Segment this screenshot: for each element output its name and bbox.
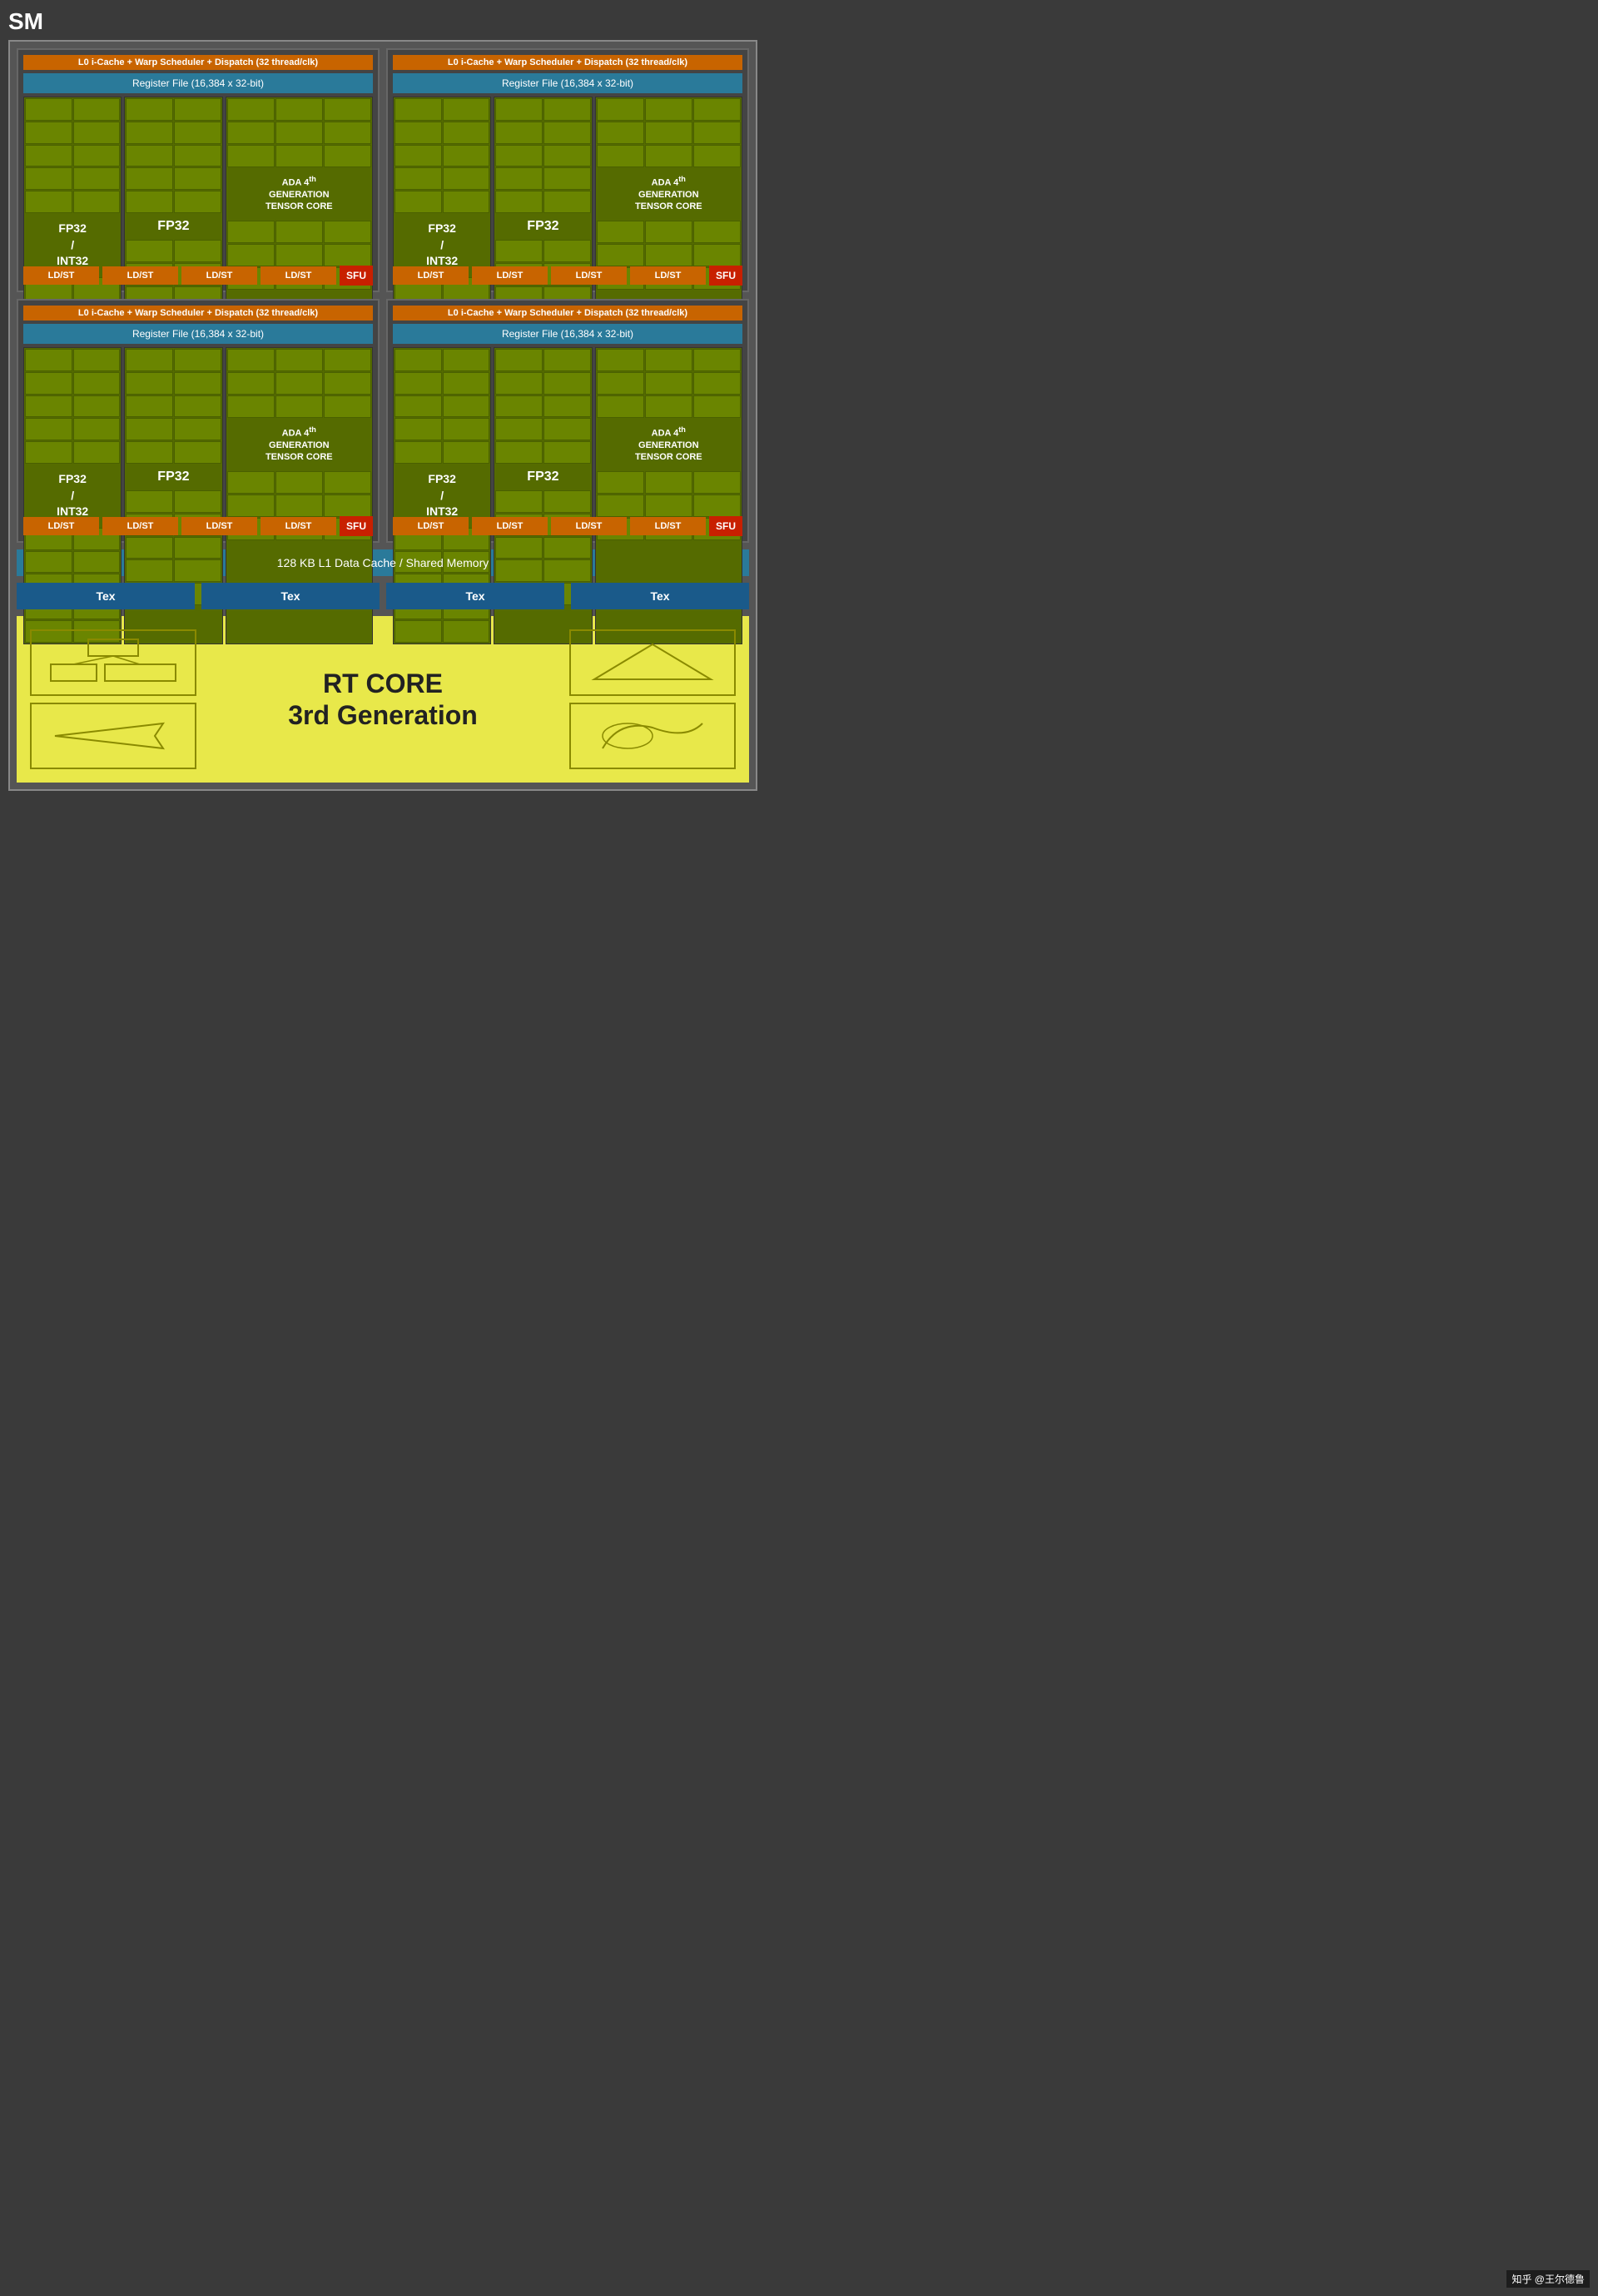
bottom-units-4: LD/ST LD/ST LD/ST LD/ST SFU <box>393 516 742 536</box>
sfu-1: SFU <box>340 266 373 286</box>
warp-scheduler-bar-4: L0 i-Cache + Warp Scheduler + Dispatch (… <box>393 306 742 321</box>
compute-row-3: FP32/INT32 <box>23 347 373 514</box>
tex-3: Tex <box>386 583 564 609</box>
ray-diagram-icon <box>47 711 180 761</box>
compute-row-4: FP32/INT32 <box>393 347 742 514</box>
ldst-2-1: LD/ST <box>393 266 469 285</box>
quadrant-4: L0 i-Cache + Warp Scheduler + Dispatch (… <box>386 299 749 543</box>
quadrant-3: L0 i-Cache + Warp Scheduler + Dispatch (… <box>17 299 380 543</box>
register-file-bar-4: Register File (16,384 x 32-bit) <box>393 324 742 344</box>
rt-core-diagram-box-4 <box>569 703 736 769</box>
sfu-2: SFU <box>709 266 742 286</box>
rt-core-right <box>569 629 736 769</box>
ldst-4-4: LD/ST <box>630 517 706 535</box>
ldst-3-3: LD/ST <box>181 517 257 535</box>
sfu-4: SFU <box>709 516 742 536</box>
ldst-2-2: LD/ST <box>472 266 548 285</box>
ldst-4-3: LD/ST <box>551 517 627 535</box>
quadrant-grid: L0 i-Cache + Warp Scheduler + Dispatch (… <box>17 48 749 543</box>
register-file-bar-1: Register File (16,384 x 32-bit) <box>23 73 373 93</box>
ldst-4-2: LD/ST <box>472 517 548 535</box>
sfu-3: SFU <box>340 516 373 536</box>
ldst-2-3: LD/ST <box>551 266 627 285</box>
ldst-3-4: LD/ST <box>261 517 336 535</box>
quadrant-2: L0 i-Cache + Warp Scheduler + Dispatch (… <box>386 48 749 292</box>
rt-core-diagram-box-2 <box>30 703 196 769</box>
tensor-label-1: ADA 4thGENERATIONTENSOR CORE <box>226 168 372 220</box>
rt-core-diagram-box-1 <box>30 629 196 696</box>
bottom-units-1: LD/ST LD/ST LD/ST LD/ST SFU <box>23 266 373 286</box>
warp-scheduler-bar-3: L0 i-Cache + Warp Scheduler + Dispatch (… <box>23 306 373 321</box>
tex-4: Tex <box>571 583 749 609</box>
tensor-label-3: ADA 4thGENERATIONTENSOR CORE <box>226 419 372 470</box>
warp-scheduler-bar-1: L0 i-Cache + Warp Scheduler + Dispatch (… <box>23 55 373 70</box>
tensor-label-4: ADA 4thGENERATIONTENSOR CORE <box>596 419 742 470</box>
rt-core-diagram-box-3 <box>569 629 736 696</box>
watermark: 知乎 @王尔德鲁 <box>1506 2270 1590 2288</box>
ldst-1-3: LD/ST <box>181 266 257 285</box>
bottom-units-3: LD/ST LD/ST LD/ST LD/ST SFU <box>23 516 373 536</box>
bvh-diagram-icon <box>47 638 180 688</box>
ldst-1-2: LD/ST <box>102 266 178 285</box>
compute-row-2: FP32/INT32 <box>393 97 742 263</box>
ldst-4-1: LD/ST <box>393 517 469 535</box>
sm-container: L0 i-Cache + Warp Scheduler + Dispatch (… <box>8 40 757 791</box>
bottom-units-2: LD/ST LD/ST LD/ST LD/ST SFU <box>393 266 742 286</box>
ldst-1-4: LD/ST <box>261 266 336 285</box>
fp32-label-2: FP32 <box>494 214 591 239</box>
fp32-label-1: FP32 <box>125 214 221 239</box>
register-file-bar-2: Register File (16,384 x 32-bit) <box>393 73 742 93</box>
tensor-label-2: ADA 4thGENERATIONTENSOR CORE <box>596 168 742 220</box>
triangle-diagram-icon <box>586 638 719 688</box>
tex-row: Tex Tex Tex Tex <box>17 583 749 609</box>
rt-core-title: RT CORE 3rd Generation <box>196 668 569 732</box>
ldst-3-1: LD/ST <box>23 517 99 535</box>
warp-scheduler-bar-2: L0 i-Cache + Warp Scheduler + Dispatch (… <box>393 55 742 70</box>
ldst-2-4: LD/ST <box>630 266 706 285</box>
tex-1: Tex <box>17 583 195 609</box>
sm-label: SM <box>8 8 43 35</box>
ldst-3-2: LD/ST <box>102 517 178 535</box>
shader-diagram-icon <box>586 711 719 761</box>
rt-core-center: RT CORE 3rd Generation <box>196 668 569 732</box>
fp32-label-4: FP32 <box>494 465 591 490</box>
fp32-label-3: FP32 <box>125 465 221 490</box>
quadrant-1: L0 i-Cache + Warp Scheduler + Dispatch (… <box>17 48 380 292</box>
tex-2: Tex <box>201 583 380 609</box>
compute-row-1: FP32/INT32 <box>23 97 373 263</box>
rt-core-section: RT CORE 3rd Generation <box>17 616 749 783</box>
register-file-bar-3: Register File (16,384 x 32-bit) <box>23 324 373 344</box>
ldst-1-1: LD/ST <box>23 266 99 285</box>
rt-core-left <box>30 629 196 769</box>
